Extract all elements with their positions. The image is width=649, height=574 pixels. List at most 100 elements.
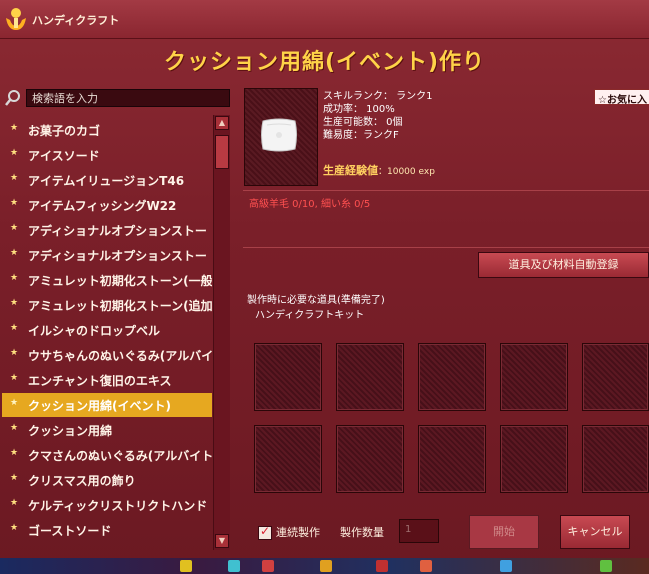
- recipe-list: ★ お菓子のカゴ ★ アイスソード ★ アイテムイリュージョンT46 ★ アイテムフィッ…: [2, 115, 212, 550]
- star-icon: ★: [10, 323, 19, 333]
- scroll-thumb[interactable]: [215, 135, 229, 169]
- star-icon: ★: [10, 498, 19, 508]
- star-icon: ★: [10, 273, 19, 283]
- list-item-label: ウサちゃんのぬいぐるみ(アルバイ: [28, 349, 212, 363]
- list-item-label: お菓子のカゴ: [28, 124, 101, 138]
- material-slot[interactable]: [254, 425, 322, 493]
- craftable-count: 生産可能数： 0個: [323, 117, 403, 128]
- star-icon: ★: [10, 373, 19, 383]
- list-item-label: イルシャのドロップベル: [28, 324, 161, 338]
- favorite-button[interactable]: ☆お気に入: [594, 89, 649, 106]
- material-slot[interactable]: [418, 425, 486, 493]
- list-item-label: クマさんのぬいぐるみ(アルバイト: [28, 449, 212, 463]
- checkmark-icon: ✓: [260, 524, 271, 538]
- star-icon: ★: [10, 198, 19, 208]
- continuous-checkbox[interactable]: ✓: [258, 524, 272, 540]
- search-input[interactable]: [26, 89, 230, 107]
- material-slot[interactable]: [582, 343, 649, 411]
- material-slot[interactable]: [336, 343, 404, 411]
- difficulty: 難易度：ランクF: [323, 130, 399, 141]
- star-icon: ★: [10, 223, 19, 233]
- star-icon: ★: [10, 523, 19, 533]
- list-item[interactable]: ★ ケルティックリストリクトハンド: [2, 493, 212, 517]
- list-item[interactable]: ★ アイテムイリュージョンT46: [2, 168, 212, 192]
- start-button[interactable]: 開始: [469, 515, 539, 549]
- arrow-down-icon: ▼: [218, 536, 226, 545]
- hotbar-icon: [420, 560, 432, 572]
- list-item-label: アイテムイリュージョンT46: [28, 174, 185, 188]
- production-exp: 生産経験値：10000 exp: [323, 162, 435, 178]
- list-item[interactable]: ★ アディショナルオプションストー: [2, 243, 212, 267]
- recipe-info: スキルランク： ランク1 成功率： 100% 生産可能数： 0個 難易度：ランク…: [323, 90, 433, 142]
- list-item-label: アディショナルオプションストー: [28, 224, 207, 238]
- star-icon: ★: [10, 348, 19, 358]
- list-item[interactable]: ★ アミュレット初期化ストーン(一般: [2, 268, 212, 292]
- exp-value: ：10000 exp: [378, 167, 435, 177]
- list-item[interactable]: ★ アミュレット初期化ストーン(追加: [2, 293, 212, 317]
- star-icon: ★: [10, 423, 19, 433]
- materials-required: 高級羊毛 0/10, 細い糸 0/5: [249, 199, 371, 210]
- page-title: クッション用綿(イベント)作り: [163, 50, 486, 75]
- hotbar-icon: [180, 560, 192, 572]
- list-item-label: エンチャント復旧のエキス: [28, 374, 172, 388]
- list-item-label: クッション用綿: [28, 424, 113, 438]
- hotbar-icon: [500, 560, 512, 572]
- hotbar-icon: [320, 560, 332, 572]
- hotbar-icon: [228, 560, 240, 572]
- quantity-input[interactable]: 1: [399, 519, 439, 543]
- exp-label: 生産経験値: [323, 164, 378, 177]
- search-icon[interactable]: [4, 89, 22, 107]
- star-icon: ★: [10, 248, 19, 258]
- quantity-label: 製作数量: [340, 526, 384, 539]
- material-slot[interactable]: [582, 425, 649, 493]
- list-item[interactable]: ★ クマさんのぬいぐるみ(アルバイト: [2, 443, 212, 467]
- hotbar-strip: [0, 558, 649, 574]
- handicraft-icon: [6, 8, 26, 30]
- continuous-craft-toggle[interactable]: ✓ 連続製作: [258, 524, 320, 540]
- recipe-list-scrollbar[interactable]: ▲ ▼: [213, 115, 230, 550]
- list-item[interactable]: ★ イルシャのドロップベル: [2, 318, 212, 342]
- list-item-label: ゴーストソード: [28, 524, 112, 538]
- list-item-selected[interactable]: ★ クッション用綿(イベント): [2, 393, 212, 417]
- list-item[interactable]: ★ クッション用綿: [2, 418, 212, 442]
- star-icon: ★: [10, 473, 19, 483]
- cushion-cotton-icon: [261, 118, 297, 152]
- material-slot[interactable]: [500, 343, 568, 411]
- list-item-label: アディショナルオプションストー: [28, 249, 207, 263]
- continuous-label: 連続製作: [276, 526, 320, 539]
- star-icon: ★: [10, 123, 19, 133]
- scroll-up-button[interactable]: ▲: [215, 116, 229, 130]
- material-slot[interactable]: [336, 425, 404, 493]
- item-preview: [244, 88, 318, 186]
- list-item[interactable]: ★ ゴーストソード: [2, 518, 212, 542]
- tool-item: ハンディクラフトキット: [255, 310, 365, 321]
- materials-panel: 高級羊毛 0/10, 細い糸 0/5: [243, 190, 649, 248]
- material-slot[interactable]: [500, 425, 568, 493]
- list-item-label: ケルティックリストリクトハンド: [28, 499, 208, 513]
- cancel-button[interactable]: キャンセル: [560, 515, 630, 549]
- title-bar[interactable]: ハンディクラフト: [0, 0, 649, 39]
- success-rate: 成功率： 100%: [323, 104, 395, 115]
- list-item-label: アミュレット初期化ストーン(一般: [28, 274, 212, 288]
- material-slot[interactable]: [254, 343, 322, 411]
- list-item-label: クッション用綿(イベント): [28, 399, 171, 413]
- star-icon: ★: [10, 398, 19, 408]
- list-item[interactable]: ★ エンチャント復旧のエキス: [2, 368, 212, 392]
- list-item-label: アミュレット初期化ストーン(追加: [28, 299, 212, 313]
- scroll-down-button[interactable]: ▼: [215, 534, 229, 548]
- handicraft-window: ハンディクラフト クッション用綿(イベント)作り ★ お菓子のカゴ ★ アイスソード…: [0, 0, 649, 574]
- arrow-up-icon: ▲: [218, 118, 226, 127]
- list-item[interactable]: ★ アディショナルオプションストー: [2, 218, 212, 242]
- auto-register-button[interactable]: 道具及び材料自動登録: [478, 252, 649, 278]
- list-item[interactable]: ★ ウサちゃんのぬいぐるみ(アルバイ: [2, 343, 212, 367]
- material-slot[interactable]: [418, 343, 486, 411]
- star-icon: ★: [10, 448, 19, 458]
- list-item[interactable]: ★ クリスマス用の飾り: [2, 468, 212, 492]
- hotbar-icon: [376, 560, 388, 572]
- list-item[interactable]: ★ お菓子のカゴ: [2, 118, 212, 142]
- list-item[interactable]: ★ アイスソード: [2, 143, 212, 167]
- star-icon: ★: [10, 298, 19, 308]
- tools-heading: 製作時に必要な道具(準備完了): [247, 295, 385, 306]
- list-item[interactable]: ★ アイテムフィッシングW22: [2, 193, 212, 217]
- list-item-label: アイスソード: [28, 149, 100, 163]
